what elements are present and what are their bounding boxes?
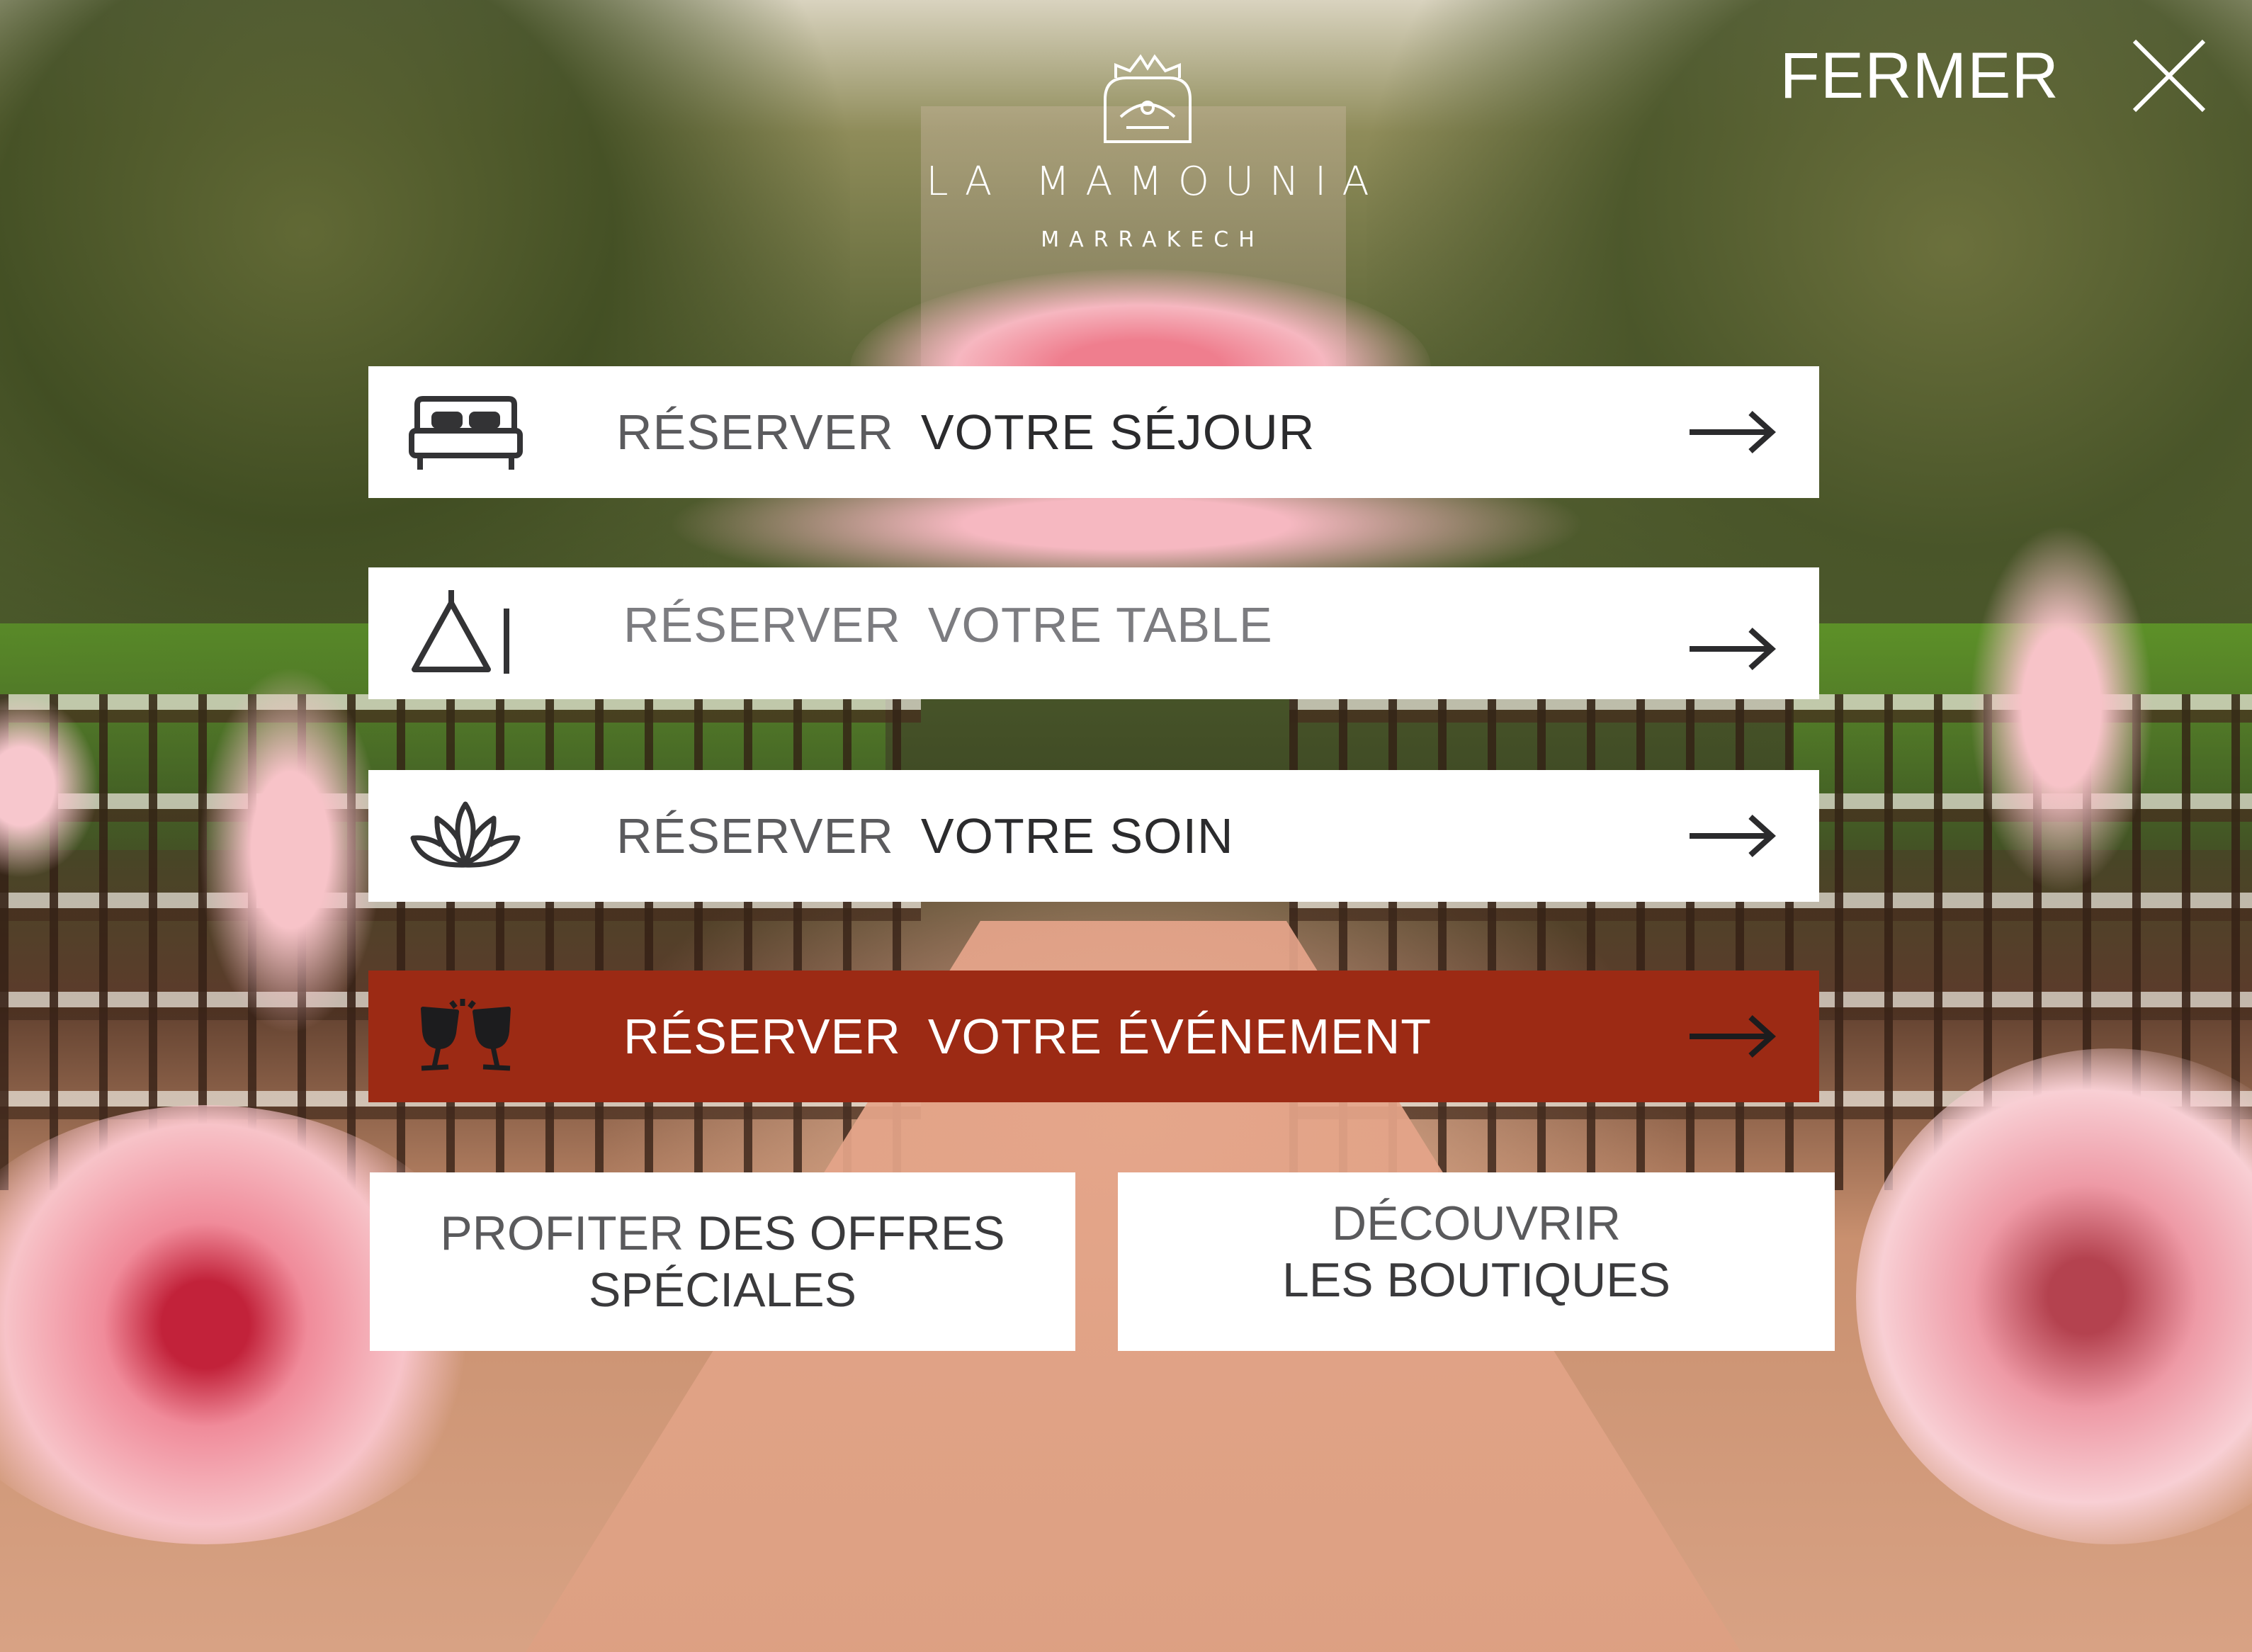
reserve-stay-prefix: RÉSERVER: [616, 404, 894, 460]
special-offers-button[interactable]: PROFITER DES OFFRES SPÉCIALES: [370, 1172, 1075, 1351]
shops-text: DÉCOUVRIR LES BOUTIQUES: [1282, 1195, 1670, 1308]
reserve-stay-button[interactable]: RÉSERVER VOTRE SÉJOUR: [368, 366, 1819, 498]
special-offers-line2: SPÉCIALES: [589, 1263, 856, 1317]
close-button[interactable]: FERMER: [1780, 37, 2208, 115]
bed-icon: [409, 396, 523, 470]
brand-city: MARRAKECH: [1041, 227, 1264, 252]
close-icon: [2132, 39, 2206, 113]
close-label: FERMER: [1779, 39, 2059, 112]
crown-logo-icon: [1104, 54, 1192, 143]
reserve-table-prefix: RÉSERVER: [623, 597, 901, 652]
background-flower-stem-left: [198, 666, 383, 1034]
reserve-spa-label: VOTRE SOIN: [920, 808, 1234, 864]
arrow-right-icon: [1690, 411, 1776, 453]
brand-name: LA MAMOUNIA: [926, 159, 1385, 205]
brand-logo[interactable]: LA MAMOUNIA MARRAKECH: [871, 50, 1424, 290]
menu-overlay: LA MAMOUNIA MARRAKECH FERMER RÉSERVER VO…: [0, 0, 2252, 1652]
toast-glasses-icon: [421, 999, 511, 1071]
reserve-table-label: VOTRE TABLE: [927, 597, 1273, 652]
shops-button[interactable]: DÉCOUVRIR LES BOUTIQUES: [1118, 1172, 1835, 1351]
shops-line1: DÉCOUVRIR: [1331, 1196, 1622, 1250]
shops-line2: LES BOUTIQUES: [1282, 1253, 1670, 1307]
reserve-event-button[interactable]: RÉSERVER VOTRE ÉVÉNEMENT: [368, 971, 1819, 1102]
reserve-event-label: VOTRE ÉVÉNEMENT: [927, 1009, 1432, 1064]
reserve-event-prefix: RÉSERVER: [623, 1009, 901, 1064]
special-offers-text: PROFITER DES OFFRES SPÉCIALES: [440, 1205, 1005, 1318]
special-offers-line1: DES OFFRES: [697, 1206, 1005, 1260]
reserve-spa-button[interactable]: RÉSERVER VOTRE SOIN: [368, 770, 1819, 902]
arrow-right-icon: [1690, 628, 1776, 670]
reserve-table-button[interactable]: RÉSERVER VOTRE TABLE: [368, 567, 1819, 699]
arrow-right-icon: [1690, 1015, 1776, 1058]
dining-icon: [412, 590, 509, 674]
reserve-stay-label: VOTRE SÉJOUR: [920, 404, 1315, 460]
reserve-spa-prefix: RÉSERVER: [616, 808, 894, 864]
special-offers-prefix: PROFITER: [440, 1206, 684, 1260]
background-flower-stem-right: [1969, 524, 2154, 893]
lotus-icon: [410, 801, 521, 868]
arrow-right-icon: [1690, 815, 1776, 857]
